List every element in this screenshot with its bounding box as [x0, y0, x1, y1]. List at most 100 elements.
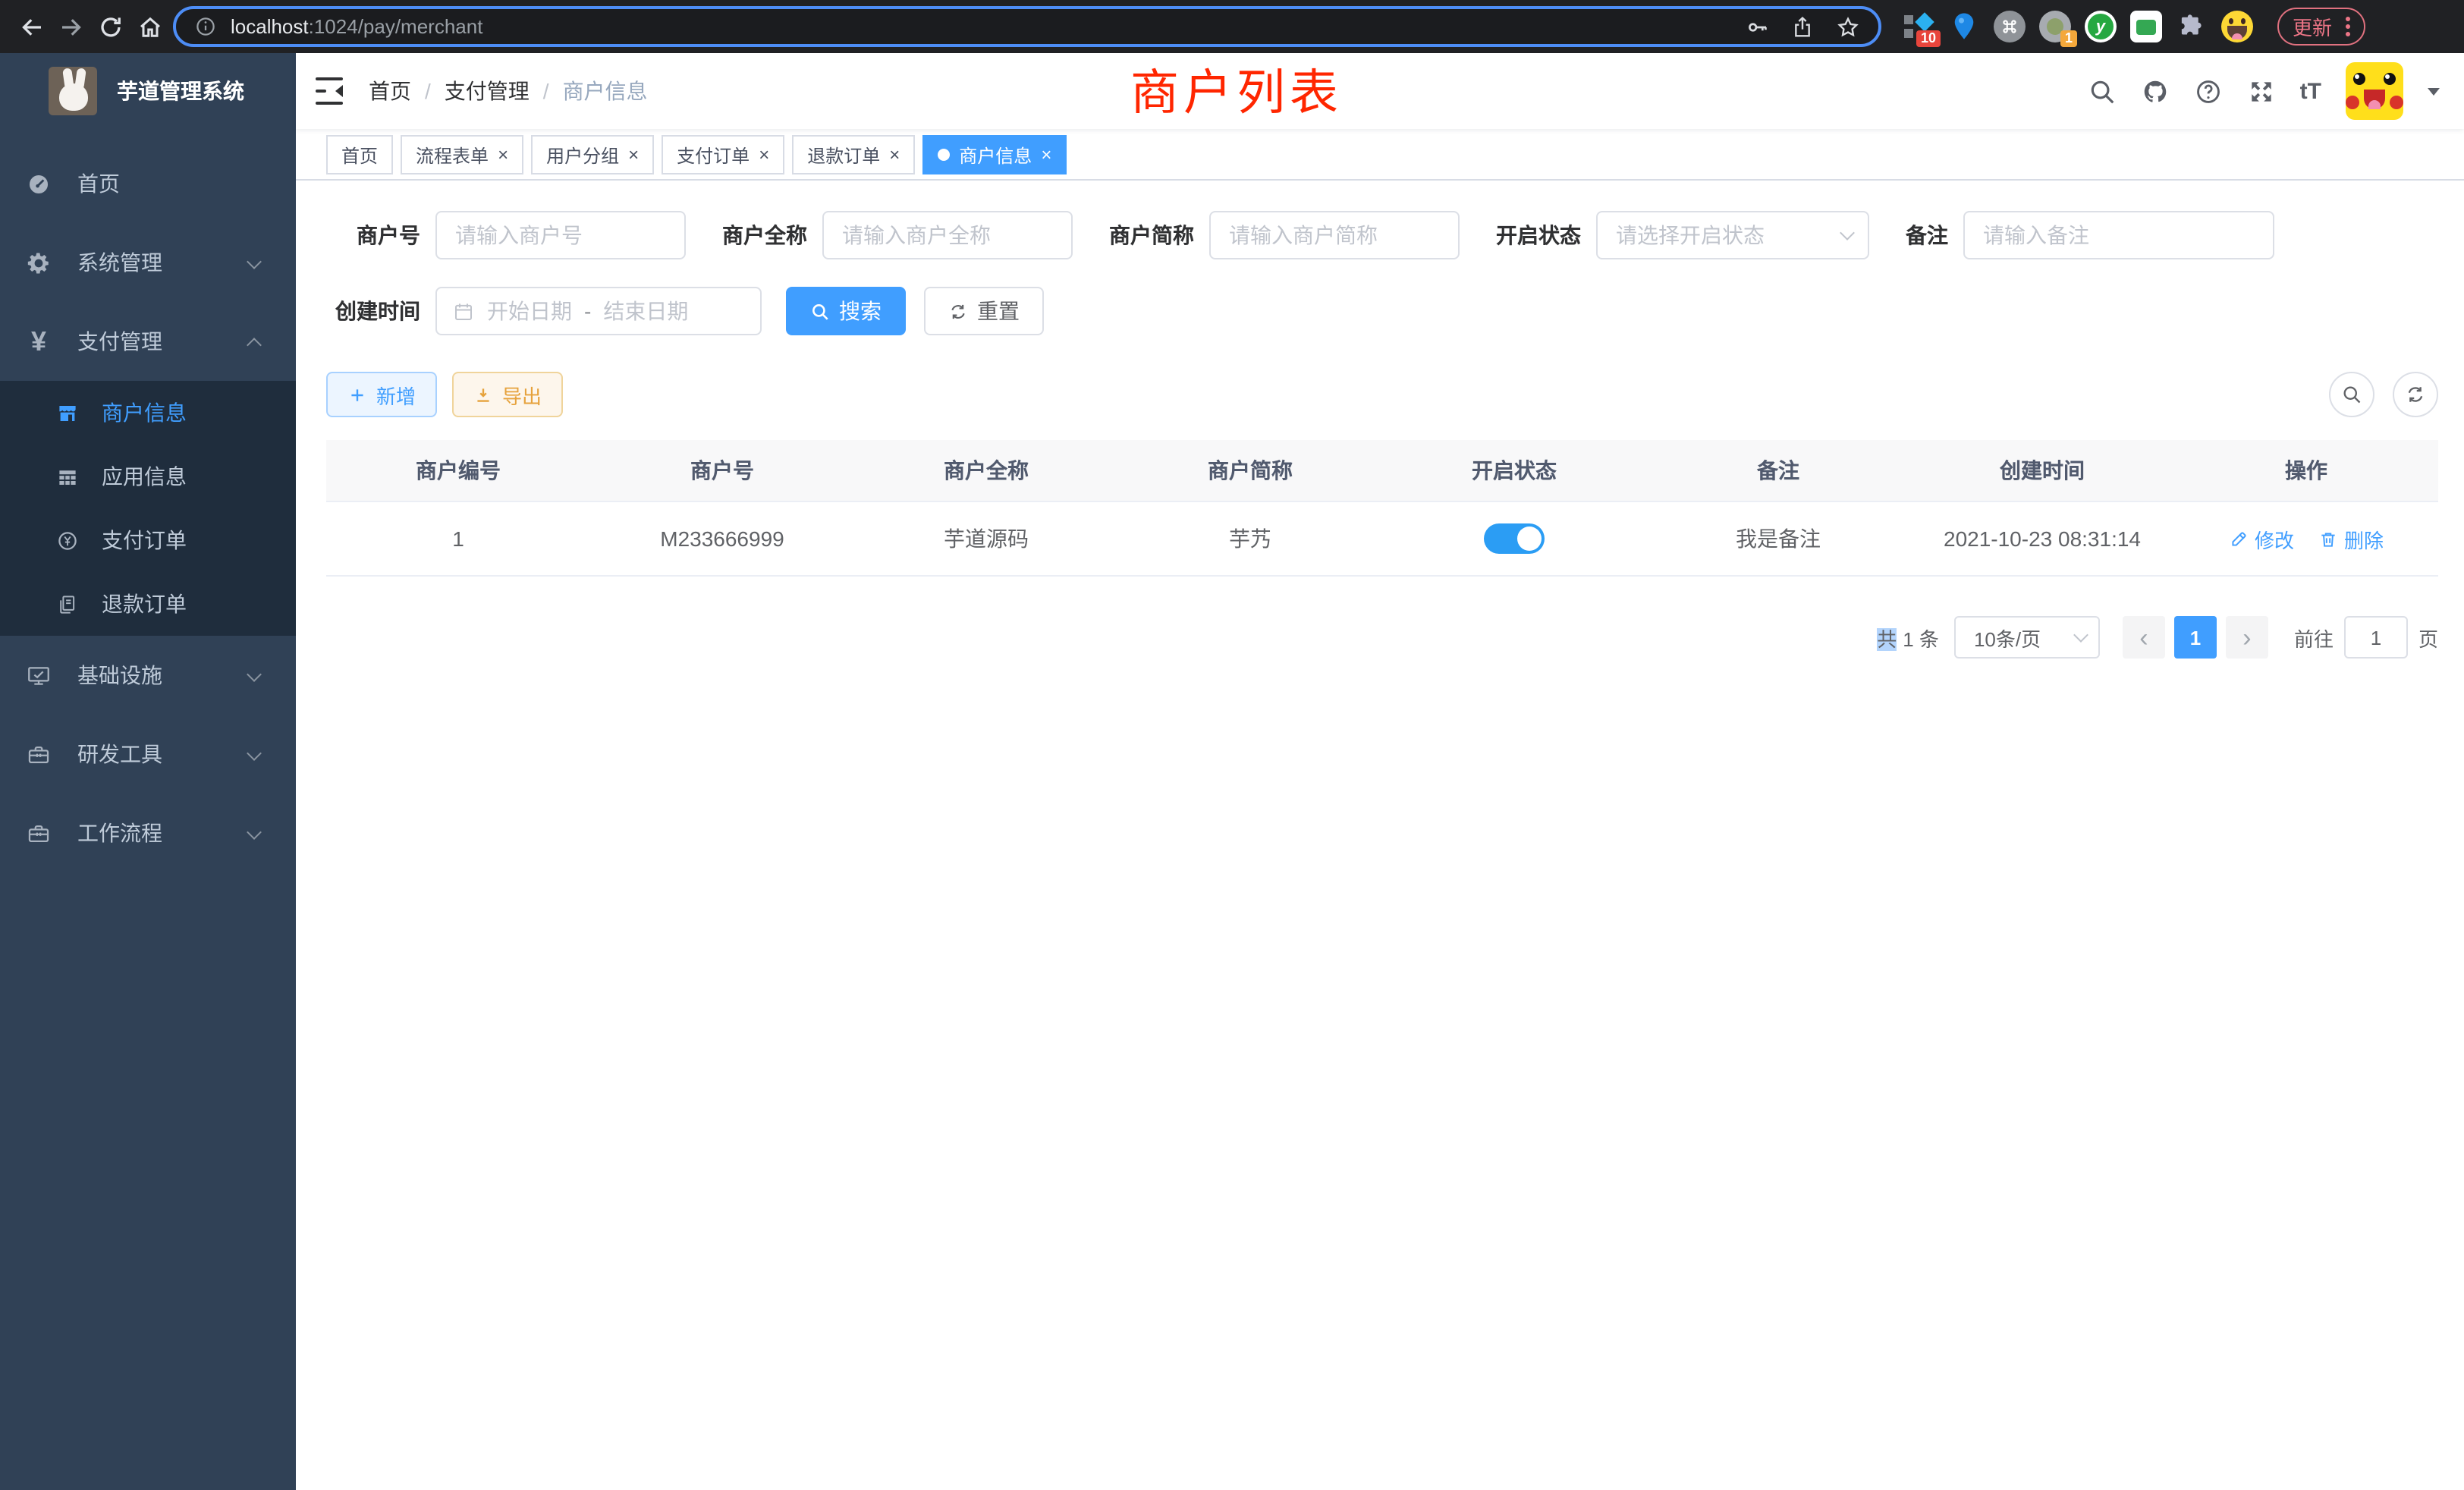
page-size-select[interactable]: 10条/页	[1954, 616, 2100, 659]
col-header-status: 开启状态	[1382, 455, 1646, 486]
shop-icon	[56, 401, 79, 424]
extensions-puzzle-icon[interactable]	[2176, 11, 2208, 42]
breadcrumb-payment[interactable]: 支付管理	[445, 76, 530, 106]
sidebar-collapse-icon[interactable]	[316, 77, 343, 105]
page-number-button[interactable]: 1	[2174, 616, 2217, 659]
fullscreen-icon[interactable]	[2247, 77, 2276, 105]
full-name-input[interactable]	[822, 211, 1073, 259]
chevron-down-icon	[247, 667, 262, 682]
show-search-toggle-button[interactable]	[2329, 372, 2374, 417]
help-icon[interactable]	[2194, 77, 2223, 105]
sidebar-item-refund-order[interactable]: 退款订单	[0, 572, 296, 636]
url-host: localhost	[231, 15, 309, 38]
breadcrumb-current: 商户信息	[563, 76, 648, 106]
status-toggle[interactable]	[1484, 523, 1545, 554]
merchant-no-input[interactable]	[435, 211, 686, 259]
prev-page-button[interactable]	[2123, 616, 2165, 659]
update-label: 更新	[2293, 12, 2332, 41]
document-icon	[56, 593, 79, 615]
sidebar-item-label: 研发工具	[77, 739, 162, 769]
goto-page-input[interactable]	[2344, 616, 2408, 659]
edit-link[interactable]: 修改	[2229, 524, 2294, 553]
app-title: 芋道管理系统	[117, 76, 244, 106]
share-icon[interactable]	[1790, 14, 1815, 39]
tab-home[interactable]: 首页	[326, 135, 393, 174]
search-button[interactable]: 搜索	[786, 287, 906, 335]
delete-link[interactable]: 删除	[2318, 524, 2384, 553]
search-icon[interactable]	[2088, 77, 2117, 105]
sidebar-item-infrastructure[interactable]: 基础设施	[0, 636, 296, 715]
browser-back-icon[interactable]	[18, 13, 46, 40]
close-icon[interactable]	[759, 146, 769, 164]
extension-command-icon[interactable]	[1994, 11, 2026, 42]
sidebar-item-system-mgmt[interactable]: 系统管理	[0, 223, 296, 302]
tab-process-form[interactable]: 流程表单	[401, 135, 523, 174]
extension-badge: 10	[1916, 30, 1941, 47]
sidebar-item-pay-order[interactable]: 支付订单	[0, 508, 296, 572]
font-size-icon[interactable]	[2300, 78, 2321, 104]
sidebar-item-home[interactable]: 首页	[0, 144, 296, 223]
sidebar-item-app-info[interactable]: 应用信息	[0, 445, 296, 508]
tab-refund-order[interactable]: 退款订单	[792, 135, 915, 174]
close-icon[interactable]	[628, 146, 639, 164]
sidebar-item-label: 支付管理	[77, 326, 162, 357]
breadcrumb: 首页 / 支付管理 / 商户信息	[369, 76, 648, 106]
browser-home-icon[interactable]	[137, 13, 164, 40]
tab-user-group[interactable]: 用户分组	[531, 135, 654, 174]
close-icon[interactable]	[498, 146, 508, 164]
sidebar-item-label: 首页	[77, 168, 120, 199]
bookmark-star-icon[interactable]	[1836, 14, 1860, 39]
search-icon	[810, 301, 830, 321]
top-navbar: 首页 / 支付管理 / 商户信息	[296, 53, 2464, 129]
browser-update-button[interactable]: 更新	[2277, 8, 2365, 46]
tab-merchant-info[interactable]: 商户信息	[922, 135, 1067, 174]
table-row: 1 M233666999 芋道源码 芋艿 我是备注 2021-10-23 08:…	[326, 502, 2438, 575]
github-icon[interactable]	[2141, 77, 2170, 105]
add-button[interactable]: 新增	[326, 372, 437, 417]
browser-menu-icon[interactable]	[2346, 17, 2350, 36]
monitor-chart-icon	[26, 662, 52, 688]
browser-profile-avatar[interactable]	[2221, 11, 2253, 42]
export-button[interactable]: 导出	[452, 372, 563, 417]
extension-chat-icon[interactable]	[2130, 11, 2162, 42]
sidebar-item-dev-tools[interactable]: 研发工具	[0, 715, 296, 794]
extension-map-pin-icon[interactable]	[1948, 11, 1980, 42]
remark-input[interactable]	[1963, 211, 2274, 259]
extension-recorder-icon[interactable]: 1	[2039, 11, 2071, 42]
user-avatar[interactable]	[2346, 62, 2403, 120]
sidebar-item-workflow[interactable]: 工作流程	[0, 794, 296, 872]
password-key-icon[interactable]	[1745, 14, 1769, 39]
create-time-range-input[interactable]: 开始日期 - 结束日期	[435, 287, 762, 335]
plus-icon	[347, 385, 367, 404]
close-icon[interactable]	[889, 146, 900, 164]
browser-forward-icon[interactable]	[58, 13, 85, 40]
short-name-input[interactable]	[1209, 211, 1460, 259]
tab-pay-order[interactable]: 支付订单	[662, 135, 784, 174]
sidebar-item-merchant-info[interactable]: 商户信息	[0, 381, 296, 445]
chevron-down-icon	[2073, 627, 2088, 643]
app-logo[interactable]: 芋道管理系统	[0, 53, 296, 129]
dashboard-icon	[26, 171, 52, 196]
reset-button[interactable]: 重置	[924, 287, 1044, 335]
next-page-button[interactable]	[2226, 616, 2268, 659]
pagination-total: 共1 条	[1877, 623, 1939, 652]
extension-yudao-icon[interactable]	[2085, 11, 2117, 42]
filter-label-status: 开启状态	[1496, 220, 1581, 250]
site-info-icon[interactable]	[194, 15, 217, 38]
extension-tampermonkey-icon[interactable]: 10	[1903, 11, 1934, 42]
extensions-row: 10 1	[1903, 11, 2253, 42]
status-select[interactable]: 请选择开启状态	[1596, 211, 1869, 259]
breadcrumb-home[interactable]: 首页	[369, 76, 411, 106]
chevron-down-icon	[1840, 225, 1855, 240]
col-header-created-at: 创建时间	[1910, 455, 2174, 486]
grid-table-icon	[56, 465, 79, 488]
table-header-row: 商户编号 商户号 商户全称 商户简称 开启状态 备注 创建时间 操作	[326, 440, 2438, 502]
refresh-table-button[interactable]	[2393, 372, 2438, 417]
browser-reload-icon[interactable]	[97, 13, 124, 40]
sidebar-item-payment-mgmt[interactable]: ¥ 支付管理	[0, 302, 296, 381]
url-bar[interactable]: localhost :1024/pay/merchant	[173, 6, 1881, 47]
col-header-actions: 操作	[2174, 455, 2438, 486]
avatar-dropdown-caret-icon[interactable]	[2428, 87, 2440, 101]
close-icon[interactable]	[1041, 146, 1051, 164]
pagination: 共1 条 10条/页 1 前往 页	[326, 616, 2438, 659]
